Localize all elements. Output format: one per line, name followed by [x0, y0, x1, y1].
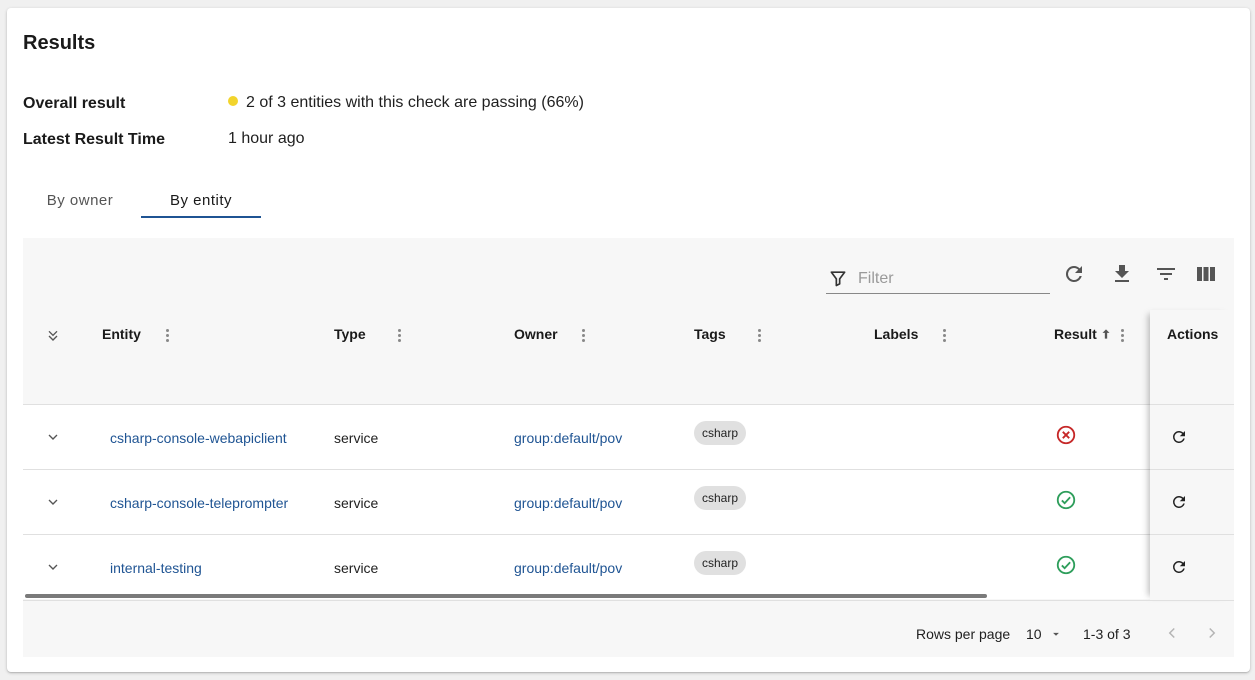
- status-dot-icon: [228, 96, 238, 106]
- header-labels[interactable]: Labels: [874, 326, 918, 342]
- refresh-icon[interactable]: [1062, 262, 1086, 286]
- rerun-icon[interactable]: [1170, 558, 1188, 576]
- owner-column-menu-icon[interactable]: [582, 329, 586, 343]
- chevron-down-icon[interactable]: [45, 559, 61, 575]
- rows-per-page-value: 10: [1026, 626, 1042, 642]
- rerun-icon[interactable]: [1170, 428, 1188, 446]
- actions-cell: [1150, 534, 1234, 599]
- header-tags[interactable]: Tags: [694, 326, 726, 342]
- type-cell: service: [334, 495, 379, 511]
- result-column-menu-icon[interactable]: [1121, 329, 1125, 343]
- tag-chip: csharp: [694, 421, 747, 445]
- latest-result-value: 1 hour ago: [228, 130, 305, 147]
- chevron-down-icon[interactable]: [45, 429, 61, 445]
- overall-result-value: 2 of 3 entities with this check are pass…: [228, 94, 584, 112]
- previous-page-icon[interactable]: [1163, 624, 1181, 642]
- rows-per-page-select[interactable]: 10: [1026, 626, 1063, 642]
- header-entity[interactable]: Entity: [102, 326, 141, 342]
- table-row: internal-testing service group:default/p…: [23, 534, 1150, 599]
- owner-link[interactable]: group:default/pov: [514, 430, 622, 446]
- view-columns-icon[interactable]: [1194, 262, 1218, 286]
- pagination-range: 1-3 of 3: [1083, 626, 1131, 642]
- entity-link[interactable]: csharp-console-teleprompter: [110, 495, 288, 511]
- table-row: csharp-console-webapiclient service grou…: [23, 404, 1150, 469]
- tags-column-menu-icon[interactable]: [758, 329, 762, 343]
- latest-result-label: Latest Result Time: [23, 131, 165, 148]
- footer-divider: [23, 600, 1234, 601]
- arrow-drop-down-icon: [1053, 632, 1060, 636]
- tab-by-entity[interactable]: By entity: [141, 184, 261, 218]
- download-icon[interactable]: [1110, 262, 1134, 286]
- table-row: csharp-console-teleprompter service grou…: [23, 469, 1150, 534]
- filter-field[interactable]: [826, 268, 1050, 294]
- type-cell: service: [334, 560, 379, 576]
- type-cell: service: [334, 430, 379, 446]
- header-result[interactable]: Result: [1054, 326, 1097, 342]
- actions-column: Actions: [1150, 310, 1234, 600]
- rerun-icon[interactable]: [1170, 493, 1188, 511]
- type-column-menu-icon[interactable]: [398, 329, 402, 343]
- results-table: Entity Type Owner Tags Labels Result csh…: [23, 238, 1234, 657]
- actions-cell: [1150, 469, 1234, 534]
- check-circle-icon: [1056, 490, 1076, 510]
- tag-chip: csharp: [694, 486, 747, 510]
- overall-result-text: 2 of 3 entities with this check are pass…: [246, 94, 584, 111]
- header-actions: Actions: [1167, 326, 1219, 342]
- rows-per-page-label: Rows per page: [916, 626, 1011, 642]
- filter-input[interactable]: [858, 268, 1046, 290]
- next-page-icon[interactable]: [1203, 624, 1221, 642]
- actions-cell: [1150, 404, 1234, 469]
- results-card: Results Overall result 2 of 3 entities w…: [7, 8, 1250, 672]
- filter-list-icon[interactable]: [1154, 262, 1178, 286]
- tab-by-owner[interactable]: By owner: [23, 184, 137, 218]
- results-title: Results: [23, 32, 96, 54]
- horizontal-scrollbar[interactable]: [25, 594, 987, 598]
- tab-indicator: [141, 216, 261, 218]
- check-circle-icon: [1056, 555, 1076, 575]
- chevron-down-icon[interactable]: [45, 494, 61, 510]
- error-icon: [1056, 425, 1076, 445]
- header-type[interactable]: Type: [334, 326, 366, 342]
- header-owner[interactable]: Owner: [514, 326, 558, 342]
- owner-link[interactable]: group:default/pov: [514, 560, 622, 576]
- entity-column-menu-icon[interactable]: [166, 329, 170, 343]
- collapse-all-icon[interactable]: [45, 328, 61, 344]
- entity-link[interactable]: csharp-console-webapiclient: [110, 430, 287, 446]
- tag-chip: csharp: [694, 551, 747, 575]
- overall-result-label: Overall result: [23, 95, 126, 112]
- filter-icon: [830, 271, 846, 287]
- entity-link[interactable]: internal-testing: [110, 560, 202, 576]
- sort-ascending-icon[interactable]: [1099, 327, 1113, 341]
- labels-column-menu-icon[interactable]: [943, 329, 947, 343]
- owner-link[interactable]: group:default/pov: [514, 495, 622, 511]
